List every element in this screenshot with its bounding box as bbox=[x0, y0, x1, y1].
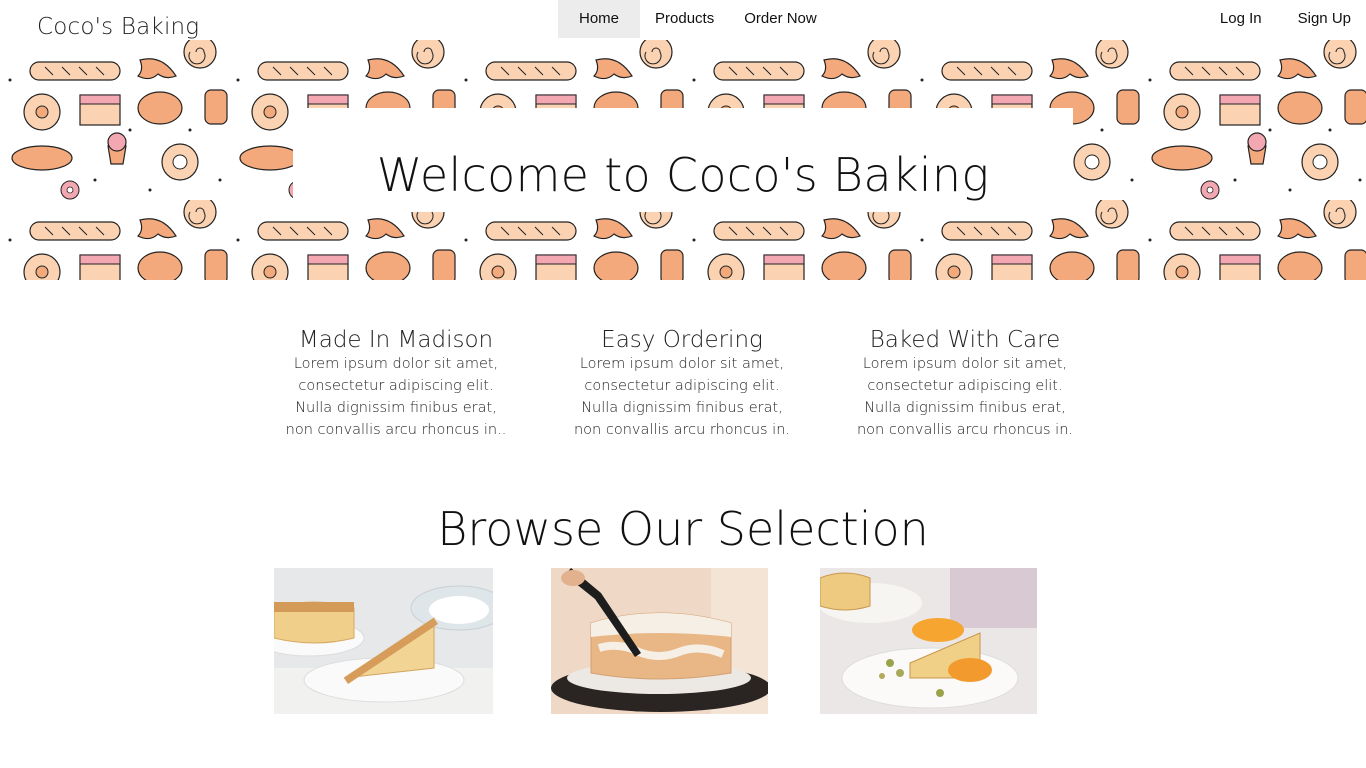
brand-logo[interactable]: Coco's Baking bbox=[37, 14, 199, 40]
login-link[interactable]: Log In bbox=[1220, 0, 1262, 38]
top-navbar: Coco's Baking Home Products Order Now Lo… bbox=[0, 0, 1366, 40]
browse-title: Browse Our Selection bbox=[437, 502, 929, 556]
feature-easy-ordering: Easy Ordering Lorem ipsum dolor sit amet… bbox=[567, 327, 797, 441]
feature-text: Lorem ipsum dolor sit amet, consectetur … bbox=[856, 356, 1074, 438]
auth-nav: Log In Sign Up bbox=[1220, 0, 1351, 38]
hero-title: Welcome to Coco's Baking bbox=[376, 148, 990, 202]
feature-made-in-madison: Made In Madison Lorem ipsum dolor sit am… bbox=[281, 327, 511, 441]
nav-home-link[interactable]: Home bbox=[558, 0, 641, 38]
frosting-cake-image bbox=[551, 568, 768, 714]
main-nav: Home Products Order Now bbox=[558, 0, 832, 38]
signup-link[interactable]: Sign Up bbox=[1298, 0, 1351, 38]
feature-baked-with-care: Baked With Care Lorem ipsum dolor sit am… bbox=[850, 327, 1080, 441]
product-card-frosting-cake[interactable] bbox=[551, 568, 768, 714]
product-card-orange-cake[interactable] bbox=[820, 568, 1037, 714]
hero-banner: Welcome to Coco's Baking bbox=[0, 40, 1366, 280]
feature-text: Lorem ipsum dolor sit amet, consectetur … bbox=[285, 356, 507, 438]
feature-text: Lorem ipsum dolor sit amet, consectetur … bbox=[573, 356, 791, 438]
product-card-sponge-cake[interactable] bbox=[274, 568, 493, 714]
feature-title: Baked With Care bbox=[869, 327, 1061, 353]
nav-order-now-link[interactable]: Order Now bbox=[729, 0, 832, 38]
orange-cake-image bbox=[820, 568, 1037, 714]
feature-title: Made In Madison bbox=[298, 327, 494, 353]
feature-title: Easy Ordering bbox=[601, 327, 763, 353]
sponge-cake-image bbox=[274, 568, 493, 714]
nav-products-link[interactable]: Products bbox=[640, 0, 729, 38]
